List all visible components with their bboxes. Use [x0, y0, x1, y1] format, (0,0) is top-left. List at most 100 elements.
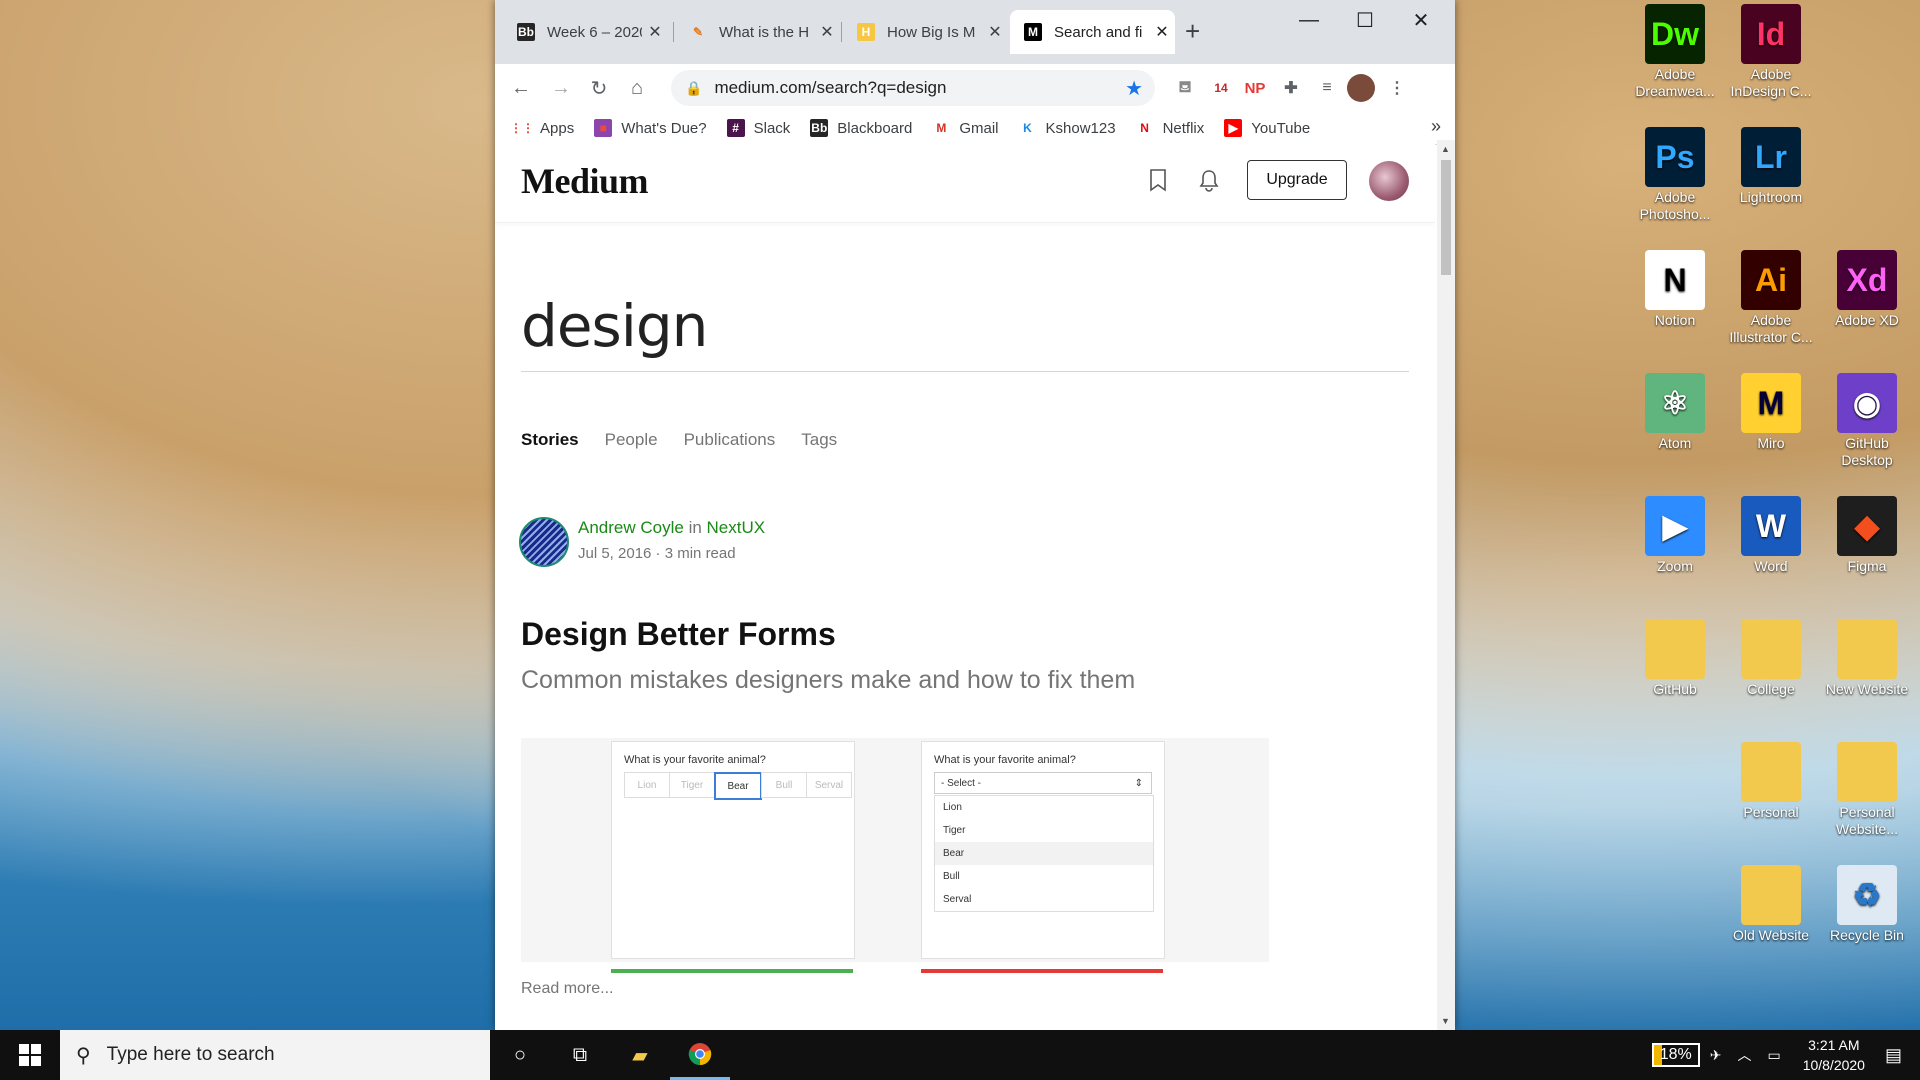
close-tab-icon[interactable]: ✕ — [1149, 22, 1175, 42]
desktop-icon[interactable]: Ps Adobe Photosho... — [1627, 127, 1723, 250]
file-explorer-icon[interactable]: ▰ — [610, 1030, 670, 1080]
profile-avatar[interactable] — [1347, 74, 1375, 102]
reload-icon[interactable]: ↻ — [583, 72, 615, 104]
tab-how-big[interactable]: H How Big Is M ✕ — [843, 10, 1008, 54]
lock-icon: 🔒 — [685, 79, 703, 96]
desktop-icon[interactable]: ◆ Figma — [1819, 496, 1915, 619]
desktop-icon[interactable]: College — [1723, 619, 1819, 742]
back-icon[interactable]: ← — [505, 72, 537, 104]
chevron-up-icon[interactable]: ︿ — [1737, 1045, 1751, 1065]
scroll-down-icon[interactable]: ▼ — [1441, 1016, 1450, 1026]
author-avatar[interactable] — [519, 517, 569, 567]
tab-week6[interactable]: Bb Week 6 – 2020 ✕ — [503, 10, 668, 54]
clock[interactable]: 3:21 AM 10/8/2020 — [1803, 1035, 1865, 1075]
app-icon: Dw — [1645, 4, 1705, 64]
story-preview-image[interactable]: What is your favorite animal? Lion Tiger… — [521, 738, 1269, 962]
desktop-icon[interactable]: Personal — [1723, 742, 1819, 865]
bookmark-item[interactable]: M Gmail — [932, 119, 999, 137]
list-item: Bear — [935, 842, 1153, 865]
scroll-up-icon[interactable]: ▲ — [1441, 144, 1450, 154]
desktop-icon[interactable]: Ai Adobe Illustrator C... — [1723, 250, 1819, 373]
windows-start-icon[interactable] — [0, 1030, 60, 1080]
tab-publications[interactable]: Publications — [684, 430, 776, 450]
airplane-mode-icon[interactable]: ✈ — [1710, 1047, 1722, 1064]
author-link[interactable]: Andrew Coyle — [578, 518, 684, 537]
address-bar[interactable]: 🔒 medium.com/search?q=design ★ — [671, 70, 1155, 106]
battery-icon[interactable]: ▭ — [1767, 1047, 1780, 1064]
bookmark-item[interactable]: K Kshow123 — [1018, 119, 1116, 137]
minimize-button[interactable]: — — [1281, 0, 1337, 40]
bookmark-item[interactable]: ⋮⋮ Apps — [510, 119, 575, 137]
maximize-button[interactable]: ☐ — [1337, 0, 1393, 40]
desktop-icon[interactable]: Id Adobe InDesign C... — [1723, 4, 1819, 127]
close-tab-icon[interactable]: ✕ — [982, 22, 1008, 42]
puzzle-icon[interactable]: ✚ — [1277, 74, 1305, 102]
desktop-icon[interactable]: GitHub — [1627, 619, 1723, 742]
desktop-icon[interactable]: Lr Lightroom — [1723, 127, 1819, 250]
desktop-icon[interactable]: Personal Website... — [1819, 742, 1915, 865]
bookmarks-icon[interactable] — [1148, 168, 1168, 198]
forward-icon[interactable]: → — [545, 72, 577, 104]
app-icon: ▶ — [1645, 496, 1705, 556]
battery-indicator[interactable]: 18% — [1651, 1043, 1700, 1067]
app-icon — [1741, 619, 1801, 679]
desktop-icon[interactable]: ♻ Recycle Bin — [1819, 865, 1915, 988]
bookmark-star-icon[interactable]: ★ — [1125, 76, 1143, 101]
bookmark-item[interactable]: # Slack — [726, 119, 791, 137]
desktop-icon[interactable]: N Notion — [1627, 250, 1723, 373]
bookmarks-overflow-button[interactable]: » — [1431, 116, 1441, 137]
desktop-icon[interactable]: W Word — [1723, 496, 1819, 619]
tab-tags[interactable]: Tags — [801, 430, 837, 450]
task-view-icon[interactable]: ⧉ — [550, 1030, 610, 1080]
close-window-button[interactable]: ✕ — [1393, 0, 1449, 40]
scroll-thumb[interactable] — [1441, 160, 1451, 275]
medium-logo[interactable]: Medium — [521, 160, 649, 202]
bookmark-item[interactable]: N Netflix — [1135, 119, 1204, 137]
upgrade-button[interactable]: Upgrade — [1247, 160, 1347, 200]
media-control-icon[interactable]: ≡ — [1313, 74, 1341, 102]
menu-icon[interactable]: ⋮ — [1383, 74, 1411, 102]
new-tab-button[interactable]: + — [1185, 16, 1200, 47]
bookmark-label: Slack — [753, 119, 791, 137]
chrome-icon[interactable] — [670, 1030, 730, 1080]
close-tab-icon[interactable]: ✕ — [642, 22, 668, 42]
close-tab-icon[interactable]: ✕ — [814, 22, 840, 42]
desktop-icon[interactable]: ⚛ Atom — [1627, 373, 1723, 496]
list-item: Lion — [943, 802, 962, 813]
app-icon: Lr — [1741, 127, 1801, 187]
read-more-link[interactable]: Read more... — [521, 980, 613, 998]
tab-medium-search[interactable]: M Search and fi ✕ — [1010, 10, 1175, 54]
extension-icon[interactable]: ⛾ — [1171, 74, 1199, 102]
bookmark-favicon-icon: N — [1135, 119, 1154, 137]
desktop-icon[interactable]: Dw Adobe Dreamwea... — [1627, 4, 1723, 127]
page-scrollbar[interactable]: ▲ ▼ — [1437, 140, 1455, 1030]
bookmark-item[interactable]: Bb Blackboard — [810, 119, 912, 137]
desktop-icon[interactable]: Xd Adobe XD — [1819, 250, 1915, 373]
publication-link[interactable]: NextUX — [707, 518, 766, 537]
desktop-icon[interactable]: ▶ Zoom — [1627, 496, 1723, 619]
bookmark-label: YouTube — [1251, 119, 1311, 137]
tab-stories[interactable]: Stories — [521, 430, 579, 450]
bookmark-favicon-icon: M — [932, 119, 951, 137]
desktop-icon[interactable]: ◉ GitHub Desktop — [1819, 373, 1915, 496]
story-title[interactable]: Design Better Forms — [521, 616, 836, 653]
np-extension-icon[interactable]: NP — [1241, 74, 1269, 102]
user-avatar[interactable] — [1369, 161, 1409, 201]
bookmark-label: Apps — [540, 119, 575, 137]
bookmark-item[interactable]: ■ What's Due? — [594, 119, 707, 137]
tab-people[interactable]: People — [605, 430, 658, 450]
desktop-icon[interactable]: M Miro — [1723, 373, 1819, 496]
taskbar-search-input[interactable]: ⚲ Type here to search — [60, 1030, 490, 1080]
tab-what-is[interactable]: ✎ What is the H ✕ — [675, 10, 840, 54]
desktop-icon[interactable]: New Website — [1819, 619, 1915, 742]
desktop-icon-label: Adobe Photosho... — [1639, 189, 1711, 222]
search-placeholder: Type here to search — [106, 1044, 275, 1065]
cortana-icon[interactable]: ○ — [490, 1030, 550, 1080]
bell-icon[interactable] — [1198, 168, 1220, 198]
desktop-icon[interactable]: Old Website — [1723, 865, 1819, 988]
notifications-icon[interactable]: ▤ — [1885, 1045, 1902, 1066]
bookmark-item[interactable]: ▶ YouTube — [1224, 119, 1310, 137]
home-icon[interactable]: ⌂ — [621, 72, 653, 104]
extension-badge-icon[interactable]: 14 — [1207, 74, 1235, 102]
story-subtitle[interactable]: Common mistakes designers make and how t… — [521, 666, 1135, 695]
